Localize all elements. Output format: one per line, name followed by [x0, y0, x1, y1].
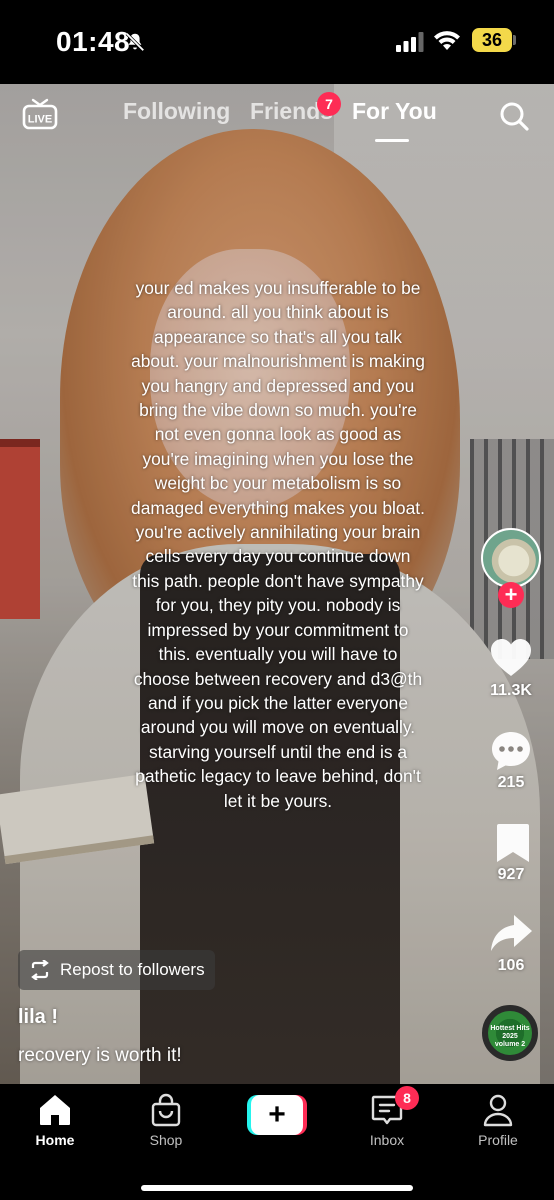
shop-bag-icon	[151, 1093, 181, 1127]
music-disc-line-2: 2025	[502, 1033, 518, 1040]
nav-shop[interactable]: Shop	[126, 1092, 206, 1148]
creator-avatar[interactable]	[481, 528, 541, 588]
creator-username[interactable]: lila !	[18, 1006, 58, 1029]
music-disc[interactable]: Hottest Hits 2025 volume 2	[482, 1005, 538, 1061]
comment-count: 215	[497, 774, 525, 791]
status-bar: 01:48 36	[0, 0, 554, 84]
music-disc-line-1: Hottest Hits	[490, 1025, 530, 1032]
nav-inbox-label: Inbox	[369, 1132, 405, 1148]
nav-profile-label: Profile	[478, 1132, 518, 1148]
music-disc-line-3: volume 2	[494, 1041, 526, 1048]
status-time: 01:48	[56, 26, 131, 57]
nav-profile[interactable]: Profile	[458, 1092, 538, 1148]
home-indicator	[141, 1185, 413, 1191]
bell-slash-icon	[125, 32, 145, 52]
save-count: 927	[497, 866, 525, 883]
create-button[interactable]: +	[247, 1095, 307, 1135]
share-count: 106	[497, 957, 525, 974]
feed-tabs: Following Friends For You	[0, 98, 554, 138]
like-count: 11.3K	[490, 682, 532, 699]
signal-icon	[396, 32, 424, 52]
battery-icon: 36	[472, 28, 512, 52]
wifi-icon	[434, 31, 460, 50]
share-icon[interactable]	[488, 910, 534, 956]
nav-home-label: Home	[35, 1132, 75, 1148]
inbox-badge: 8	[395, 1086, 419, 1110]
battery-tip	[513, 35, 516, 45]
profile-icon	[483, 1094, 513, 1127]
active-tab-indicator	[375, 139, 409, 142]
nav-home[interactable]: Home	[15, 1092, 95, 1148]
tab-for-you[interactable]: For You	[352, 98, 437, 125]
friends-badge: 7	[317, 92, 341, 116]
follow-button[interactable]: +	[498, 582, 524, 608]
home-icon	[40, 1095, 70, 1125]
tab-following[interactable]: Following	[123, 98, 230, 125]
bookmark-icon[interactable]	[490, 820, 536, 866]
video-caption-overlay: your ed makes you insufferable to be aro…	[131, 278, 425, 811]
comment-icon[interactable]	[488, 728, 534, 774]
video-description[interactable]: recovery is worth it!	[18, 1045, 182, 1067]
nav-shop-label: Shop	[149, 1132, 183, 1148]
repost-label: Repost to followers	[60, 960, 205, 979]
repost-icon	[31, 960, 49, 980]
search-icon[interactable]	[498, 100, 530, 132]
bottom-nav: Home Shop + Inbox Profile	[0, 1084, 554, 1200]
create-plus-icon: +	[251, 1095, 303, 1135]
music-disc-label: Hottest Hits 2025 volume 2	[488, 1025, 532, 1049]
repost-button[interactable]: Repost to followers	[18, 950, 215, 990]
heart-icon[interactable]	[488, 635, 534, 681]
